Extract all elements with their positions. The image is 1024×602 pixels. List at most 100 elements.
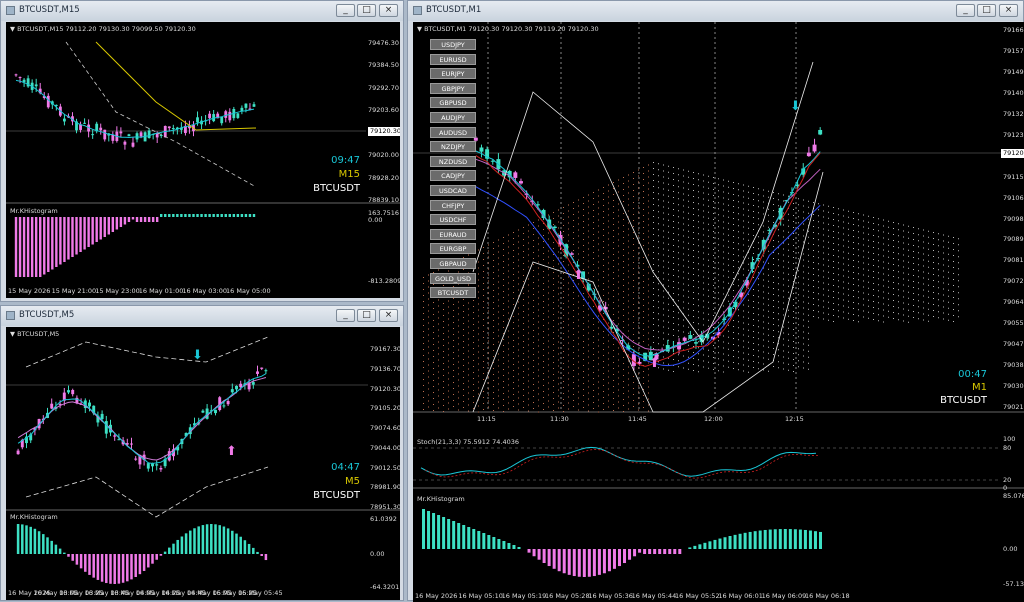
cloud-dot	[683, 265, 684, 267]
window-titlebar[interactable]: BTCUSDT,M15 _ □ ×	[1, 1, 403, 21]
cloud-dot	[798, 330, 799, 332]
cloud-dot	[778, 331, 779, 333]
cloud-dot	[893, 264, 894, 265]
cloud-dot	[578, 283, 579, 285]
cloud-dot	[468, 362, 469, 364]
cloud-dot	[643, 335, 644, 336]
symbol-button-usdcad[interactable]: USDCAD	[430, 185, 476, 196]
symbol-button-audjpy[interactable]: AUDJPY	[430, 112, 476, 123]
cloud-dot	[628, 198, 629, 200]
minimize-button[interactable]: _	[336, 4, 355, 17]
chart-window-m1[interactable]: BTCUSDT,M1 _ □ × ⬇ ⬆ ⬆ ▼ BTCUSDT,M1 79120.…	[407, 0, 1024, 602]
cloud-dot	[593, 204, 594, 205]
cloud-dot	[693, 316, 694, 317]
cloud-dot	[533, 354, 534, 355]
cloud-dot	[653, 180, 654, 181]
cloud-dot	[903, 320, 904, 322]
symbol-button-usdchf[interactable]: USDCHF	[430, 214, 476, 226]
cloud-dot	[458, 367, 459, 369]
symbol-button-nzdjpy[interactable]: NZDJPY	[430, 141, 476, 153]
cloud-dot	[878, 284, 879, 286]
cloud-dot	[823, 294, 824, 296]
symbol-button-eurgbp[interactable]: EURGBP	[430, 243, 476, 255]
symbol-button-gbpjpy[interactable]: GBPJPY	[430, 82, 476, 94]
cloud-dot	[628, 282, 629, 284]
cloud-dot	[648, 338, 649, 340]
minimize-button[interactable]: _	[956, 4, 975, 17]
window-titlebar[interactable]: BTCUSDT,M5 _ □ ×	[1, 306, 403, 326]
cloud-dot	[613, 350, 614, 351]
cloud-dot	[688, 332, 689, 334]
maximize-button[interactable]: □	[357, 309, 376, 322]
cloud-dot	[763, 189, 764, 191]
cloud-dot	[553, 302, 554, 303]
cloud-dot	[853, 284, 854, 285]
maximize-button[interactable]: □	[357, 4, 376, 17]
cloud-dot	[728, 192, 729, 194]
cloud-dot	[468, 254, 469, 256]
cloud-dot	[508, 282, 509, 284]
cloud-dot	[793, 335, 794, 336]
symbol-button-usdjpy[interactable]: USDJPY	[430, 39, 476, 50]
minimize-button[interactable]: _	[336, 309, 355, 322]
cloud-dot	[443, 327, 444, 328]
cloud-dot	[548, 334, 549, 336]
symbol-button-chfjpy[interactable]: CHFJPY	[430, 199, 476, 211]
moving-average-line	[475, 150, 821, 357]
cloud-dot	[733, 194, 734, 195]
symbol-button-btcusdt[interactable]: BTCUSDT	[430, 287, 476, 299]
symbol-button-gold_usd[interactable]: GOLD_USD	[430, 272, 476, 284]
indicator-scale-label: 0.00	[368, 216, 383, 224]
cloud-dot	[583, 341, 584, 342]
cloud-dot	[793, 263, 794, 264]
cloud-dot	[583, 389, 584, 390]
chart-window-m15[interactable]: BTCUSDT,M15 _ □ × ▼ BTCUSDT,M15 79112.20…	[0, 0, 404, 302]
close-button[interactable]: ×	[379, 309, 398, 322]
symbol-button-euraud[interactable]: EURAUD	[430, 228, 476, 240]
cloud-dot	[648, 326, 649, 328]
cloud-dot	[633, 196, 634, 197]
cloud-dot	[663, 362, 664, 364]
symbol-button-gbpaud[interactable]: GBPAUD	[430, 258, 476, 269]
cloud-dot	[508, 270, 509, 272]
cloud-dot	[653, 276, 654, 277]
cloud-dot	[433, 308, 434, 309]
window-titlebar[interactable]: BTCUSDT,M1 _ □ ×	[408, 1, 1023, 21]
symbol-button-eurjpy[interactable]: EURJPY	[430, 68, 476, 80]
cloud-dot	[603, 211, 604, 212]
cloud-dot	[723, 245, 724, 247]
symbol-button-eurusd[interactable]: EURUSD	[430, 53, 476, 65]
cloud-dot	[598, 381, 599, 383]
cloud-dot	[443, 405, 444, 406]
cloud-dot	[703, 222, 704, 224]
symbol-button-gbpusd[interactable]: GBPUSD	[430, 97, 476, 109]
close-button[interactable]: ×	[379, 4, 398, 17]
cloud-dot	[558, 281, 559, 283]
cloud-dot	[663, 368, 664, 370]
cloud-dot	[643, 167, 644, 168]
close-button[interactable]: ×	[999, 4, 1018, 17]
cloud-dot	[713, 249, 714, 250]
cloud-dot	[723, 269, 724, 271]
cloud-dot	[428, 400, 429, 402]
cloud-dot	[658, 265, 659, 267]
maximize-button[interactable]: □	[977, 4, 996, 17]
cloud-dot	[773, 276, 774, 277]
symbol-button-cadjpy[interactable]: CADJPY	[430, 170, 476, 182]
cloud-dot	[908, 297, 909, 299]
chart-canvas[interactable]: ⬇ ⬆ ⬆ ▼ BTCUSDT,M1 79120.30 79120.30 79119…	[413, 22, 1024, 602]
cloud-dot	[908, 291, 909, 293]
cloud-dot	[468, 338, 469, 340]
cloud-dot	[603, 241, 604, 242]
cloud-dot	[643, 173, 644, 174]
symbol-button-audusd[interactable]: AUDUSD	[430, 126, 476, 138]
chart-canvas[interactable]: ▼ BTCUSDT,M15 79112.20 79130.30 79099.50…	[6, 22, 400, 298]
chart-window-m5[interactable]: BTCUSDT,M5 _ □ × ⬇ ⬆ ▼ BTCUSDT,M5 Mr.KHis…	[0, 305, 404, 601]
candle-body	[88, 402, 91, 407]
cloud-dot	[633, 400, 634, 401]
cloud-dot	[908, 315, 909, 317]
chart-canvas[interactable]: ⬇ ⬆ ▼ BTCUSDT,M5 Mr.KHistogram 04:47 M5 B…	[6, 327, 400, 600]
symbol-button-nzdusd[interactable]: NZDUSD	[430, 155, 476, 167]
cloud-dot	[868, 251, 869, 253]
cloud-dot	[798, 354, 799, 356]
